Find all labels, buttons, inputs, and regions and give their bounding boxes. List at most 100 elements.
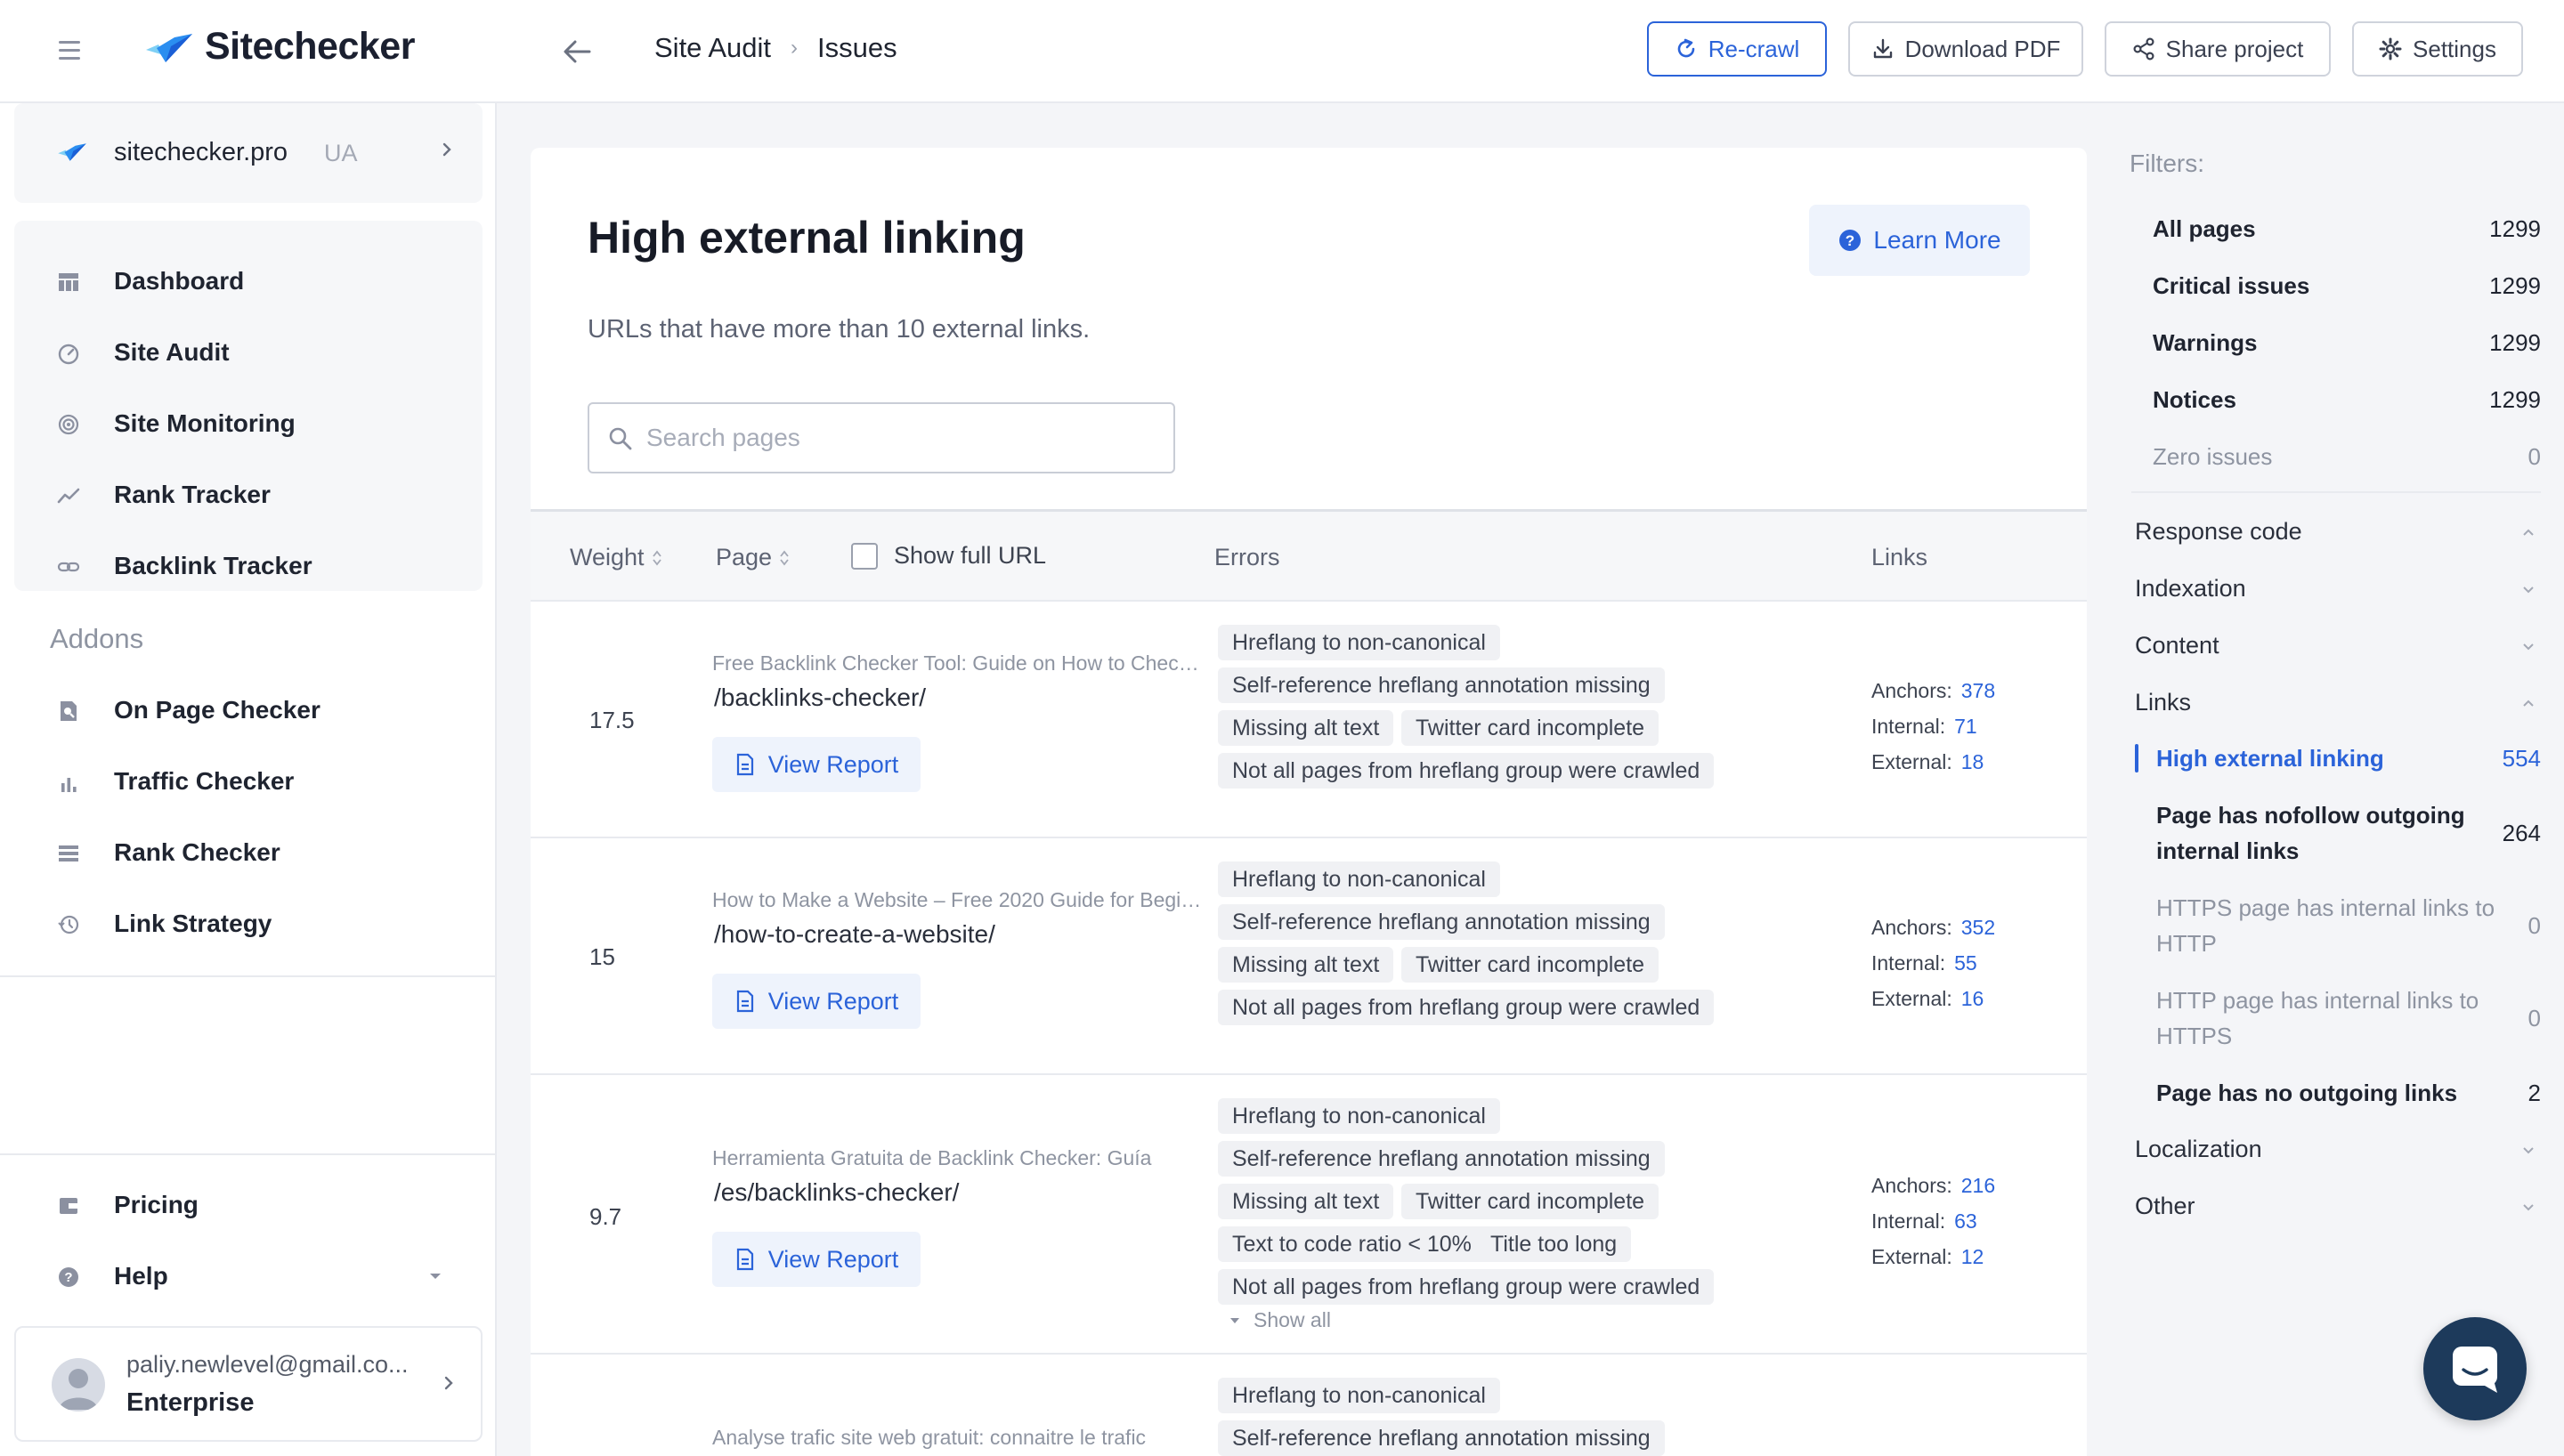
filter-group-response-code[interactable]: Response code xyxy=(2135,509,2541,557)
filter-high-external-linking[interactable]: High external linking 554 xyxy=(2135,740,2541,776)
view-report-button[interactable]: View Report xyxy=(712,974,921,1029)
row-page-path[interactable]: /how-to-create-a-website/ xyxy=(714,920,995,949)
sidebar-divider xyxy=(0,975,495,977)
row-page-path[interactable]: /es/backlinks-checker/ xyxy=(714,1178,959,1207)
external-count[interactable]: 18 xyxy=(1961,750,1984,773)
error-chip: Missing alt text xyxy=(1218,947,1394,983)
filter-no-outgoing-links[interactable]: Page has no outgoing links 2 xyxy=(2135,1075,2541,1111)
document-icon xyxy=(736,990,753,1013)
anchors-count[interactable]: 352 xyxy=(1961,916,1995,939)
issue-panel: High external linking ? Learn More URLs … xyxy=(531,148,2087,1456)
chevron-right-icon xyxy=(442,142,451,157)
project-selector[interactable]: sitechecker.pro UA xyxy=(14,103,483,203)
show-full-url-checkbox[interactable]: Show full URL xyxy=(851,542,1046,570)
help-circle-icon: ? xyxy=(1839,230,1862,251)
filter-group-indexation[interactable]: Indexation xyxy=(2135,566,2541,614)
table-row: Analyse trafic site web gratuit: connait… xyxy=(531,1355,2087,1456)
document-icon xyxy=(736,1248,753,1271)
error-chip: Self-reference hreflang annotation missi… xyxy=(1218,904,1665,940)
error-chip: Hreflang to non-canonical xyxy=(1218,1378,1500,1413)
checkbox-icon xyxy=(851,542,878,570)
filter-nofollow-internal-links[interactable]: Page has nofollow outgoing internal link… xyxy=(2135,797,2541,869)
bar-chart-icon xyxy=(61,778,77,792)
caret-down-icon xyxy=(430,1274,441,1279)
hamburger-menu-icon[interactable] xyxy=(55,39,84,62)
nav-item-site-monitoring[interactable]: Site Monitoring xyxy=(14,397,483,450)
addons-heading: Addons xyxy=(50,623,144,654)
settings-button[interactable]: Settings xyxy=(2352,21,2523,77)
chevron-down-icon xyxy=(2523,1204,2534,1211)
list-icon xyxy=(59,845,78,861)
filter-http-internal-https[interactable]: HTTP page has internal links to HTTPS 0 xyxy=(2135,983,2541,1054)
sidebar-divider xyxy=(0,1153,495,1155)
nav-item-site-audit[interactable]: Site Audit xyxy=(14,326,483,379)
error-chip: Twitter card incomplete xyxy=(1401,947,1659,983)
filters-divider xyxy=(2131,491,2541,493)
table-row: 15 How to Make a Website – Free 2020 Gui… xyxy=(531,838,2087,1075)
row-weight: 17.5 xyxy=(589,707,635,733)
breadcrumb-site-audit[interactable]: Site Audit xyxy=(654,32,771,64)
external-count[interactable]: 16 xyxy=(1961,987,1984,1010)
error-chip: Missing alt text xyxy=(1218,1184,1394,1219)
view-report-button[interactable]: View Report xyxy=(712,1232,921,1287)
share-project-button[interactable]: Share project xyxy=(2105,21,2331,77)
user-plan: Enterprise xyxy=(126,1388,255,1417)
error-chip: Twitter card incomplete xyxy=(1401,710,1659,746)
show-all-toggle[interactable]: Show all xyxy=(1229,1308,1331,1332)
internal-count[interactable]: 63 xyxy=(1954,1209,1977,1233)
nav-item-dashboard[interactable]: Dashboard xyxy=(14,255,483,308)
recrawl-button[interactable]: Re-crawl xyxy=(1647,21,1827,77)
filters-panel: Filters: All pages 1299 Critical issues 12… xyxy=(2089,103,2564,1456)
nav-item-on-page-checker[interactable]: On Page Checker xyxy=(14,684,483,737)
nav-item-rank-tracker[interactable]: Rank Tracker xyxy=(14,468,483,522)
nav-item-help[interactable]: ? Help xyxy=(14,1250,483,1303)
nav-item-pricing[interactable]: Pricing xyxy=(14,1178,483,1232)
filter-group-content[interactable]: Content xyxy=(2135,623,2541,671)
user-icon xyxy=(59,1369,98,1410)
nav-item-link-strategy[interactable]: Link Strategy xyxy=(14,897,483,950)
chevron-down-icon xyxy=(2523,1147,2534,1154)
back-arrow-icon[interactable] xyxy=(559,34,595,69)
view-report-button[interactable]: View Report xyxy=(712,737,921,792)
anchors-count[interactable]: 216 xyxy=(1961,1174,1995,1197)
internal-count[interactable]: 55 xyxy=(1954,951,1977,975)
column-page[interactable]: Page xyxy=(716,544,790,571)
avatar xyxy=(52,1358,105,1412)
user-account-card[interactable]: paliy.newlevel@gmail.co... Enterprise xyxy=(14,1326,483,1442)
sort-icon xyxy=(652,550,661,565)
table-header: Weight Page Show full URL Errors Links xyxy=(531,509,2087,602)
filter-group-localization[interactable]: Localization xyxy=(2135,1127,2541,1175)
row-page-path[interactable]: /backlinks-checker/ xyxy=(714,684,926,712)
row-weight: 15 xyxy=(589,943,615,970)
filter-group-other[interactable]: Other xyxy=(2135,1184,2541,1232)
nav-item-rank-checker[interactable]: Rank Checker xyxy=(14,826,483,879)
chevron-right-icon xyxy=(444,1376,453,1390)
filter-https-internal-http[interactable]: HTTPS page has internal links to HTTP 0 xyxy=(2135,890,2541,961)
filter-all-pages[interactable]: All pages 1299 xyxy=(2131,215,2541,251)
row-weight: 9.7 xyxy=(589,1203,622,1230)
search-box xyxy=(588,402,1175,473)
filter-notices[interactable]: Notices 1299 xyxy=(2131,386,2541,422)
filter-zero-issues[interactable]: Zero issues 0 xyxy=(2131,443,2541,479)
row-links: Anchors: 352 Internal: 55 External: 16 xyxy=(1871,916,1996,1010)
chevron-up-icon xyxy=(2523,529,2534,536)
nav-item-traffic-checker[interactable]: Traffic Checker xyxy=(14,755,483,808)
main-navigation: Dashboard Site Audit Site Monitoring Ran… xyxy=(14,221,483,591)
column-weight[interactable]: Weight xyxy=(570,544,662,571)
error-chip: Self-reference hreflang annotation missi… xyxy=(1218,667,1665,703)
filter-warnings[interactable]: Warnings 1299 xyxy=(2131,329,2541,365)
refresh-icon xyxy=(1677,38,1695,58)
chat-launcher-button[interactable] xyxy=(2423,1317,2527,1420)
nav-item-backlink-tracker[interactable]: Backlink Tracker xyxy=(14,539,483,593)
breadcrumb-separator-icon: › xyxy=(790,36,798,60)
filter-group-links[interactable]: Links xyxy=(2135,680,2541,728)
search-input[interactable] xyxy=(646,415,1163,461)
filter-critical-issues[interactable]: Critical issues 1299 xyxy=(2131,272,2541,308)
chevron-down-icon xyxy=(2523,586,2534,594)
anchors-count[interactable]: 378 xyxy=(1961,679,1995,702)
dashboard-icon xyxy=(59,273,78,291)
learn-more-button[interactable]: ? Learn More xyxy=(1809,205,2030,276)
download-pdf-button[interactable]: Download PDF xyxy=(1848,21,2083,77)
external-count[interactable]: 12 xyxy=(1961,1245,1984,1268)
internal-count[interactable]: 71 xyxy=(1954,715,1977,738)
